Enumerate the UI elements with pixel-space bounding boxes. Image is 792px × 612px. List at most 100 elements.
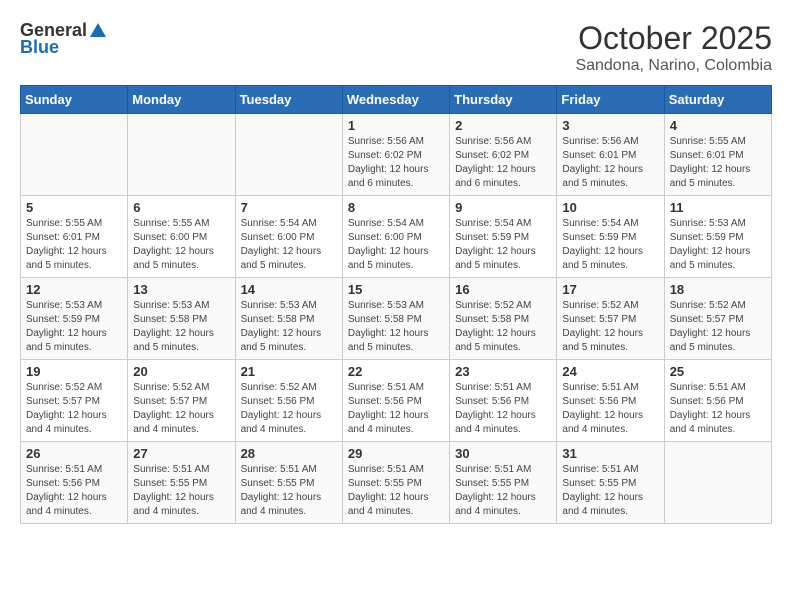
day-number: 13 [133, 282, 229, 297]
day-info: Sunrise: 5:53 AM Sunset: 5:59 PM Dayligh… [26, 299, 122, 355]
day-number: 20 [133, 364, 229, 379]
day-number: 12 [26, 282, 122, 297]
day-number: 26 [26, 446, 122, 461]
table-row [235, 114, 342, 196]
calendar-table: Sunday Monday Tuesday Wednesday Thursday… [20, 85, 772, 524]
day-number: 31 [562, 446, 658, 461]
day-info: Sunrise: 5:52 AM Sunset: 5:57 PM Dayligh… [133, 381, 229, 437]
table-row: 27 Sunrise: 5:51 AM Sunset: 5:55 PM Dayli… [128, 442, 235, 524]
table-row: 13 Sunrise: 5:53 AM Sunset: 5:58 PM Dayli… [128, 278, 235, 360]
table-row: 19 Sunrise: 5:52 AM Sunset: 5:57 PM Dayli… [21, 360, 128, 442]
day-info: Sunrise: 5:54 AM Sunset: 6:00 PM Dayligh… [348, 217, 444, 273]
table-row: 23Sunrise: 5:51 AM Sunset: 5:56 PM Dayli… [450, 360, 557, 442]
table-row: 9 Sunrise: 5:54 AM Sunset: 5:59 PM Daylig… [450, 196, 557, 278]
day-number: 7 [241, 200, 337, 215]
day-number: 17 [562, 282, 658, 297]
day-info: Sunrise: 5:51 AM Sunset: 5:55 PM Dayligh… [562, 463, 658, 519]
table-row: 31 Sunrise: 5:51 AM Sunset: 5:55 PM Dayli… [557, 442, 664, 524]
day-info: Sunrise: 5:51 AM Sunset: 5:56 PM Dayligh… [26, 463, 122, 519]
day-info: Sunrise: 5:52 AM Sunset: 5:57 PM Dayligh… [26, 381, 122, 437]
day-info: Sunrise: 5:51 AM Sunset: 5:55 PM Dayligh… [455, 463, 551, 519]
day-number: 2 [455, 118, 551, 133]
day-number: 6 [133, 200, 229, 215]
day-info: Sunrise: 5:53 AM Sunset: 5:58 PM Dayligh… [348, 299, 444, 355]
day-number: 1 [348, 118, 444, 133]
day-info: Sunrise: 5:55 AM Sunset: 6:01 PM Dayligh… [26, 217, 122, 273]
table-row: 7Sunrise: 5:54 AM Sunset: 6:00 PM Daylig… [235, 196, 342, 278]
day-number: 3 [562, 118, 658, 133]
day-number: 10 [562, 200, 658, 215]
calendar-week-1: 1 Sunrise: 5:56 AM Sunset: 6:02 PM Daylig… [21, 114, 772, 196]
day-info: Sunrise: 5:54 AM Sunset: 5:59 PM Dayligh… [455, 217, 551, 273]
day-info: Sunrise: 5:51 AM Sunset: 5:55 PM Dayligh… [133, 463, 229, 519]
day-info: Sunrise: 5:56 AM Sunset: 6:02 PM Dayligh… [455, 135, 551, 191]
table-row: 28 Sunrise: 5:51 AM Sunset: 5:55 PM Dayli… [235, 442, 342, 524]
day-info: Sunrise: 5:51 AM Sunset: 5:56 PM Dayligh… [562, 381, 658, 437]
table-row: 10 Sunrise: 5:54 AM Sunset: 5:59 PM Dayli… [557, 196, 664, 278]
table-row [664, 442, 771, 524]
header-monday: Monday [128, 86, 235, 114]
header-thursday: Thursday [450, 86, 557, 114]
table-row: 16Sunrise: 5:52 AM Sunset: 5:58 PM Dayli… [450, 278, 557, 360]
day-info: Sunrise: 5:51 AM Sunset: 5:55 PM Dayligh… [241, 463, 337, 519]
day-number: 19 [26, 364, 122, 379]
header-wednesday: Wednesday [342, 86, 449, 114]
table-row: 12 Sunrise: 5:53 AM Sunset: 5:59 PM Dayli… [21, 278, 128, 360]
day-number: 25 [670, 364, 766, 379]
day-number: 4 [670, 118, 766, 133]
header-sunday: Sunday [21, 86, 128, 114]
day-info: Sunrise: 5:56 AM Sunset: 6:02 PM Dayligh… [348, 135, 444, 191]
calendar-week-5: 26 Sunrise: 5:51 AM Sunset: 5:56 PM Dayli… [21, 442, 772, 524]
day-info: Sunrise: 5:51 AM Sunset: 5:56 PM Dayligh… [348, 381, 444, 437]
table-row: 29 Sunrise: 5:51 AM Sunset: 5:55 PM Dayli… [342, 442, 449, 524]
day-number: 21 [241, 364, 337, 379]
day-info: Sunrise: 5:55 AM Sunset: 6:01 PM Dayligh… [670, 135, 766, 191]
table-row: 14 Sunrise: 5:53 AM Sunset: 5:58 PM Dayli… [235, 278, 342, 360]
day-info: Sunrise: 5:56 AM Sunset: 6:01 PM Dayligh… [562, 135, 658, 191]
day-number: 28 [241, 446, 337, 461]
day-number: 11 [670, 200, 766, 215]
title-section: October 2025 Sandona, Narino, Colombia [575, 20, 772, 75]
day-info: Sunrise: 5:51 AM Sunset: 5:55 PM Dayligh… [348, 463, 444, 519]
table-row: 6Sunrise: 5:55 AM Sunset: 6:00 PM Daylig… [128, 196, 235, 278]
day-info: Sunrise: 5:53 AM Sunset: 5:58 PM Dayligh… [133, 299, 229, 355]
day-number: 14 [241, 282, 337, 297]
table-row: 25 Sunrise: 5:51 AM Sunset: 5:56 PM Dayli… [664, 360, 771, 442]
table-row: 5Sunrise: 5:55 AM Sunset: 6:01 PM Daylig… [21, 196, 128, 278]
table-row: 2 Sunrise: 5:56 AM Sunset: 6:02 PM Daylig… [450, 114, 557, 196]
header-saturday: Saturday [664, 86, 771, 114]
location-title: Sandona, Narino, Colombia [575, 57, 772, 75]
day-info: Sunrise: 5:54 AM Sunset: 5:59 PM Dayligh… [562, 217, 658, 273]
day-number: 30 [455, 446, 551, 461]
table-row: 21 Sunrise: 5:52 AM Sunset: 5:56 PM Dayli… [235, 360, 342, 442]
day-number: 27 [133, 446, 229, 461]
header-tuesday: Tuesday [235, 86, 342, 114]
day-number: 29 [348, 446, 444, 461]
table-row: 26 Sunrise: 5:51 AM Sunset: 5:56 PM Dayli… [21, 442, 128, 524]
table-row: 22 Sunrise: 5:51 AM Sunset: 5:56 PM Dayli… [342, 360, 449, 442]
table-row: 18 Sunrise: 5:52 AM Sunset: 5:57 PM Dayli… [664, 278, 771, 360]
calendar-week-2: 5Sunrise: 5:55 AM Sunset: 6:01 PM Daylig… [21, 196, 772, 278]
logo-icon [89, 21, 107, 39]
day-info: Sunrise: 5:53 AM Sunset: 5:58 PM Dayligh… [241, 299, 337, 355]
table-row: 30 Sunrise: 5:51 AM Sunset: 5:55 PM Dayli… [450, 442, 557, 524]
table-row: 4 Sunrise: 5:55 AM Sunset: 6:01 PM Daylig… [664, 114, 771, 196]
day-info: Sunrise: 5:51 AM Sunset: 5:56 PM Dayligh… [670, 381, 766, 437]
day-number: 9 [455, 200, 551, 215]
table-row: 17Sunrise: 5:52 AM Sunset: 5:57 PM Dayli… [557, 278, 664, 360]
day-info: Sunrise: 5:51 AM Sunset: 5:56 PM Dayligh… [455, 381, 551, 437]
day-number: 8 [348, 200, 444, 215]
calendar-week-4: 19 Sunrise: 5:52 AM Sunset: 5:57 PM Dayli… [21, 360, 772, 442]
day-number: 15 [348, 282, 444, 297]
table-row: 15 Sunrise: 5:53 AM Sunset: 5:58 PM Dayli… [342, 278, 449, 360]
table-row: 8 Sunrise: 5:54 AM Sunset: 6:00 PM Daylig… [342, 196, 449, 278]
day-info: Sunrise: 5:52 AM Sunset: 5:56 PM Dayligh… [241, 381, 337, 437]
day-number: 18 [670, 282, 766, 297]
day-info: Sunrise: 5:53 AM Sunset: 5:59 PM Dayligh… [670, 217, 766, 273]
day-info: Sunrise: 5:52 AM Sunset: 5:57 PM Dayligh… [670, 299, 766, 355]
table-row [21, 114, 128, 196]
day-number: 22 [348, 364, 444, 379]
logo: General Blue [20, 20, 107, 58]
day-number: 16 [455, 282, 551, 297]
month-title: October 2025 [575, 20, 772, 57]
